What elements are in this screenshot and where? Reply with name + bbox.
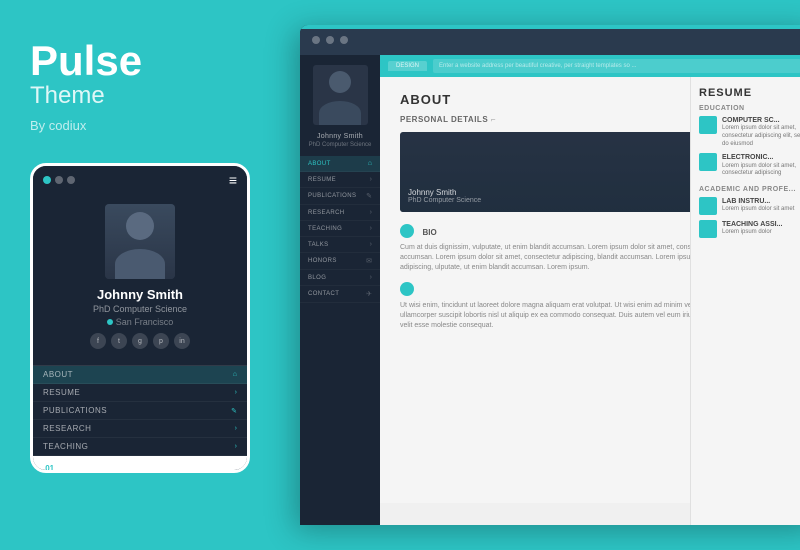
- education-section: EDUCATION COMPUTER SC... Lorem ipsum dol…: [699, 105, 800, 178]
- browser-nav-research-icon: ›: [370, 209, 372, 216]
- brand-panel: Pulse Theme By codiux ≡ Johnny Smith PhD…: [0, 0, 240, 550]
- browser-nav-talks-icon: ›: [370, 241, 372, 248]
- card-name: Johnny Smith: [408, 188, 481, 197]
- nav-arrow-resume: ›: [235, 389, 237, 396]
- brand-by: By codiux: [30, 118, 210, 133]
- browser-nav-blog-icon: ›: [370, 274, 372, 281]
- bio-icon: [400, 224, 414, 238]
- browser-nav-pub-icon: ✎: [366, 192, 372, 200]
- resume-panel: RESUME EDUCATION COMPUTER SC... Lorem ip…: [690, 77, 800, 525]
- resume-item-4: TEACHING ASSI... Lorem ipsum dolor: [699, 220, 800, 238]
- resume-text-4: TEACHING ASSI... Lorem ipsum dolor: [722, 220, 782, 238]
- academic-section: ACADEMIC AND PROFE... LAB INSTRU... Lore…: [699, 186, 800, 238]
- browser-body: Johnny Smith PhD Computer Science ABOUT …: [300, 55, 800, 525]
- resume-title: RESUME: [699, 87, 800, 99]
- browser-nav-research[interactable]: RESEARCH ›: [300, 205, 380, 221]
- browser-nav-honors-icon: ✉: [366, 257, 372, 265]
- twitter-icon[interactable]: t: [111, 333, 127, 349]
- resume-icon-3: [699, 197, 717, 215]
- resume-text-3: LAB INSTRU... Lorem ipsum dolor sit amet: [722, 197, 794, 215]
- nav-item-research[interactable]: RESEARCH ›: [33, 420, 247, 438]
- resume-icon-4: [699, 220, 717, 238]
- mobile-dots: [43, 176, 75, 184]
- resume-item-3: LAB INSTRU... Lorem ipsum dolor sit amet: [699, 197, 800, 215]
- browser-mockup: Johnny Smith PhD Computer Science ABOUT …: [300, 25, 800, 525]
- card-overlay: Johnny Smith PhD Computer Science: [408, 188, 481, 204]
- card-desc: PhD Computer Science: [408, 197, 481, 204]
- browser-nav-honors[interactable]: HONORS ✉: [300, 253, 380, 270]
- nav-arrow-teach: ›: [235, 443, 237, 450]
- dot-3: [67, 176, 75, 184]
- chrome-dot-2: [326, 36, 334, 44]
- nav-arrow-about: ⌂: [233, 371, 237, 378]
- profile-title: PhD Computer Science: [93, 304, 187, 314]
- resume-item-1: COMPUTER SC... Lorem ipsum dolor sit ame…: [699, 116, 800, 148]
- linkedin-icon[interactable]: in: [174, 333, 190, 349]
- content-body: ABOUT PERSONAL DETAILS Johnny Smith PhD …: [380, 77, 800, 525]
- browser-profile-name: Johnny Smith: [317, 133, 363, 140]
- browser-main-content: DESIGN Enter a website address per beaut…: [380, 55, 800, 525]
- browser-nav-about[interactable]: ABOUT ⌂: [300, 156, 380, 172]
- browser-nav-teaching-icon: ›: [370, 225, 372, 232]
- browser-sidebar: Johnny Smith PhD Computer Science ABOUT …: [300, 55, 380, 525]
- mobile-menu-icon[interactable]: ≡: [229, 172, 237, 188]
- brand-subtitle: Theme: [30, 82, 210, 110]
- mobile-topbar: ≡: [33, 166, 247, 194]
- browser-chrome: [300, 25, 800, 55]
- nav-item-publications[interactable]: PUBLICATIONS ✎: [33, 402, 247, 420]
- dot-2: [55, 176, 63, 184]
- browser-nav-contact-icon: ✈: [366, 290, 372, 298]
- nav-arrow-pub: ✎: [231, 407, 237, 415]
- about-number: .01: [43, 464, 237, 473]
- design-tab[interactable]: DESIGN: [388, 61, 427, 71]
- mobile-profile: Johnny Smith PhD Computer Science San Fr…: [33, 194, 247, 365]
- browser-nav-resume-icon: ›: [370, 176, 372, 183]
- bio-icon-2: [400, 282, 414, 296]
- browser-nav-talks[interactable]: TALKS ›: [300, 237, 380, 253]
- avatar: [105, 204, 175, 279]
- url-bar[interactable]: Enter a website address per beautiful cr…: [433, 59, 800, 73]
- nav-item-about[interactable]: ABOUT ⌂: [33, 366, 247, 384]
- bio-label: Bio: [422, 228, 436, 237]
- browser-nav: ABOUT ⌂ RESUME › PUBLICATIONS ✎ RESEARCH…: [300, 156, 380, 303]
- resume-icon-1: [699, 116, 717, 134]
- profile-name: Johnny Smith: [97, 287, 183, 302]
- browser-nav-pub[interactable]: PUBLICATIONS ✎: [300, 188, 380, 205]
- browser-nav-resume[interactable]: RESUME ›: [300, 172, 380, 188]
- resume-text-2: ELECTRONIC... Lorem ipsum dolor sit amet…: [722, 153, 800, 178]
- resume-icon-2: [699, 153, 717, 171]
- browser-nav-contact[interactable]: CONTACT ✈: [300, 286, 380, 303]
- browser-nav-blog[interactable]: BLOG ›: [300, 270, 380, 286]
- education-label: EDUCATION: [699, 105, 800, 112]
- profile-location: San Francisco: [107, 317, 174, 327]
- chrome-dot-1: [312, 36, 320, 44]
- browser-nav-teaching[interactable]: TEACHING ›: [300, 221, 380, 237]
- pinterest-icon[interactable]: p: [153, 333, 169, 349]
- nav-item-resume[interactable]: RESUME ›: [33, 384, 247, 402]
- location-icon: [107, 319, 113, 325]
- facebook-icon[interactable]: f: [90, 333, 106, 349]
- browser-avatar: [313, 65, 368, 125]
- academic-label: ACADEMIC AND PROFE...: [699, 186, 800, 193]
- browser-profile-title: PhD Computer Science: [309, 142, 372, 148]
- resume-text-1: COMPUTER SC... Lorem ipsum dolor sit ame…: [722, 116, 800, 148]
- browser-nav-about-icon: ⌂: [368, 160, 372, 167]
- address-bar: DESIGN Enter a website address per beaut…: [380, 55, 800, 77]
- mobile-nav: ABOUT ⌂ RESUME › PUBLICATIONS ✎ RESEARCH…: [33, 365, 247, 456]
- mobile-about-section: .01 ABOUT PERSONAL DETAILS: [33, 456, 247, 473]
- resume-item-2: ELECTRONIC... Lorem ipsum dolor sit amet…: [699, 153, 800, 178]
- chrome-dot-3: [340, 36, 348, 44]
- social-links[interactable]: f t g p in: [90, 333, 190, 349]
- nav-arrow-res: ›: [235, 425, 237, 432]
- dot-1: [43, 176, 51, 184]
- nav-item-teaching[interactable]: TEACHING ›: [33, 438, 247, 456]
- teal-stripe: [300, 25, 800, 29]
- brand-title: Pulse: [30, 40, 210, 82]
- googleplus-icon[interactable]: g: [132, 333, 148, 349]
- mobile-mockup: ≡ Johnny Smith PhD Computer Science San …: [30, 163, 250, 473]
